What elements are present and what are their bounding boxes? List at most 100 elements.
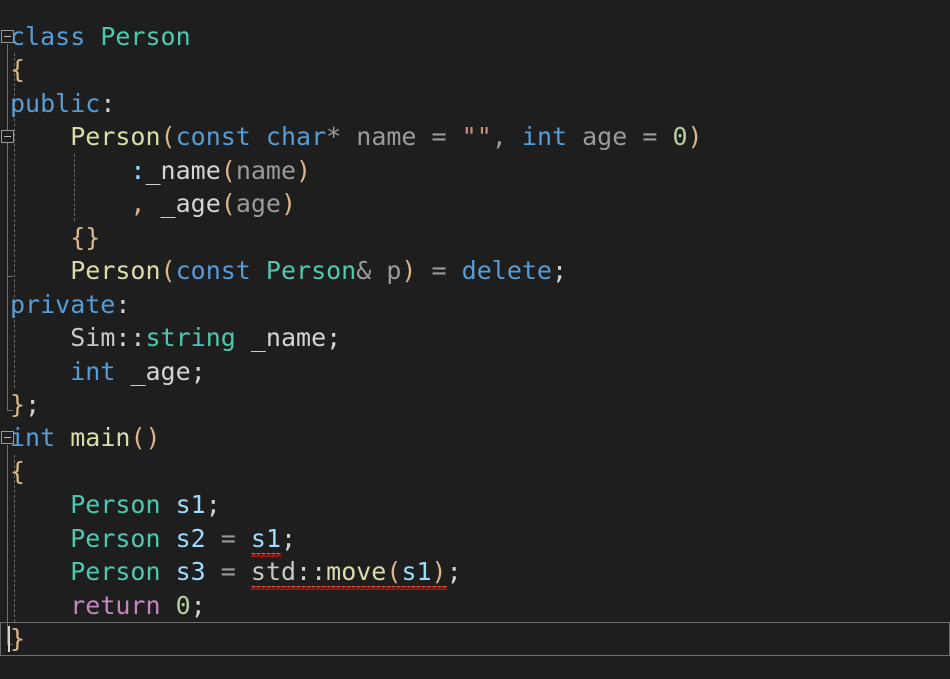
fold-marker-icon[interactable] [1, 30, 14, 43]
code-token: _name [250, 323, 327, 353]
code-line[interactable]: {} [0, 221, 950, 254]
code-token: = [642, 122, 658, 152]
folding-gutter[interactable] [0, 0, 18, 679]
code-token: s3 [175, 557, 206, 587]
text-caret [8, 626, 10, 652]
fold-marker-icon[interactable] [1, 130, 14, 144]
code-token: Sim [70, 323, 116, 353]
code-token: private [10, 289, 116, 319]
code-token: : [130, 155, 146, 185]
code-line[interactable]: int _age; [0, 355, 950, 388]
fold-range-end-tick [7, 276, 13, 278]
code-token: = [431, 256, 447, 286]
code-token: ; [205, 490, 221, 520]
code-token: "" [461, 122, 492, 152]
code-token: ; [446, 557, 462, 587]
code-token: ) [687, 122, 703, 152]
code-line[interactable]: Person s3 = std::move(s1); [0, 555, 950, 588]
code-line[interactable]: Person(const Person& p) = delete; [0, 254, 950, 287]
code-token: ; [326, 323, 342, 353]
code-line[interactable]: } [0, 622, 950, 655]
code-line-text: :_name(name) [10, 154, 311, 187]
code-token: Person [70, 122, 161, 152]
fold-range-line [7, 144, 8, 277]
code-line[interactable]: , _age(age) [0, 187, 950, 220]
code-line-text: Person s3 = std::move(s1); [10, 555, 462, 588]
code-content[interactable]: class Person{public: Person(const char* … [0, 0, 950, 679]
code-token: return [70, 590, 161, 620]
code-token: ( [220, 189, 236, 219]
code-token: Person [70, 256, 161, 286]
code-line[interactable]: { [0, 53, 950, 86]
code-line[interactable]: }; [0, 388, 950, 421]
code-line[interactable]: Person(const char* name = "", int age = … [0, 120, 950, 153]
code-token: char [265, 122, 327, 152]
code-line[interactable]: { [0, 455, 950, 488]
code-line[interactable]: return 0; [0, 589, 950, 622]
fold-range-line [7, 445, 8, 645]
code-line-text: Person s2 = s1; [10, 522, 296, 555]
code-token: delete [461, 256, 552, 286]
code-line[interactable]: Sim::string _name; [0, 321, 950, 354]
code-token: const [175, 256, 251, 286]
code-token: age [582, 122, 628, 152]
code-token: class [10, 22, 86, 51]
code-token: :: [115, 323, 146, 353]
fold-marker-icon[interactable] [1, 431, 14, 445]
code-token: ) [280, 189, 297, 219]
code-token: : [115, 289, 131, 319]
code-line-text: private: [10, 288, 130, 321]
code-line[interactable]: private: [0, 288, 950, 321]
code-token: , [130, 189, 146, 219]
code-token: Person [100, 22, 191, 51]
code-token: Person [70, 557, 161, 587]
code-line[interactable]: class Person [0, 20, 950, 53]
code-line-text: Person(const Person& p) = delete; [10, 254, 567, 287]
code-token: _age [160, 189, 221, 219]
code-line-text: return 0; [10, 589, 206, 622]
code-line[interactable]: Person s1; [0, 488, 950, 521]
code-token: * [326, 122, 342, 152]
code-token-error: :: [296, 557, 327, 587]
code-token: ( [160, 256, 176, 286]
code-token: , [491, 122, 507, 152]
code-token: _age [130, 356, 191, 386]
code-token: {} [70, 222, 101, 252]
code-editor[interactable]: class Person{public: Person(const char* … [0, 0, 950, 679]
code-line-text: int main() [10, 421, 161, 454]
code-token: ; [190, 356, 206, 386]
code-line[interactable]: public: [0, 87, 950, 120]
code-line[interactable]: :_name(name) [0, 154, 950, 187]
code-line[interactable]: Person s2 = s1; [0, 522, 950, 555]
code-token-error: move [326, 557, 387, 587]
code-token: ( [220, 155, 236, 185]
code-line[interactable]: int main() [0, 421, 950, 454]
code-token: int [70, 356, 116, 386]
